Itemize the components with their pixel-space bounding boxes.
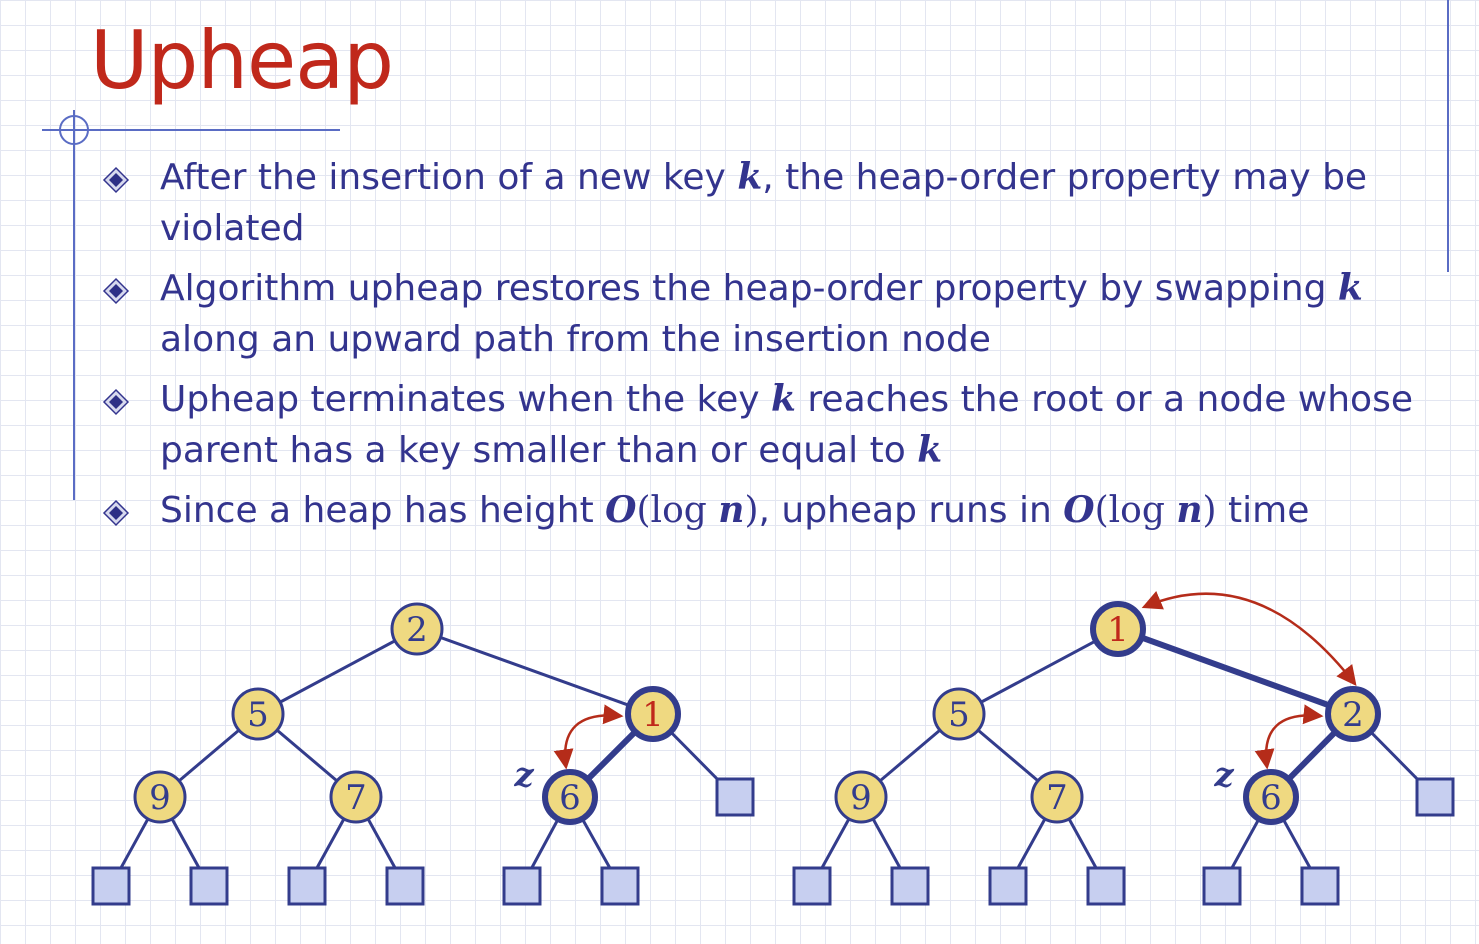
leaf-node <box>189 866 229 906</box>
node-key-label: 1 <box>642 695 664 735</box>
node-key-label: 7 <box>1046 778 1068 818</box>
node-key-label: 2 <box>1342 695 1364 735</box>
leaf-node <box>988 866 1028 906</box>
leaf-node <box>1202 866 1242 906</box>
leaf-node <box>1300 866 1340 906</box>
node-key-label: 2 <box>406 610 428 650</box>
leaf-node <box>890 866 930 906</box>
leaf-node <box>792 866 832 906</box>
leaf-node <box>502 866 542 906</box>
node-key-label: 6 <box>1260 778 1282 818</box>
node-key-label: 5 <box>948 695 970 735</box>
node-key-label: 5 <box>247 695 269 735</box>
tree-edge <box>416 627 654 716</box>
swap-arrow <box>553 704 624 770</box>
node-key-label: 1 <box>1107 610 1129 650</box>
leaf-node <box>600 866 640 906</box>
node-key-label: 6 <box>559 778 581 818</box>
z-node-label: z <box>513 755 534 795</box>
swap-arrow <box>1141 591 1357 686</box>
leaf-node <box>385 866 425 906</box>
leaf-node <box>1415 777 1455 817</box>
swap-arrow <box>1254 704 1324 770</box>
leaf-node <box>715 777 755 817</box>
tree-edge <box>257 627 418 716</box>
node-key-label: 9 <box>850 778 872 818</box>
leaf-node <box>91 866 131 906</box>
leaf-node <box>287 866 327 906</box>
leaf-node <box>1086 866 1126 906</box>
node-key-label: 7 <box>345 778 367 818</box>
node-key-label: 9 <box>149 778 171 818</box>
upheap-diagram: 25 19 7 6z15 29 7 6z <box>91 591 1455 906</box>
z-node-label: z <box>1213 755 1234 795</box>
